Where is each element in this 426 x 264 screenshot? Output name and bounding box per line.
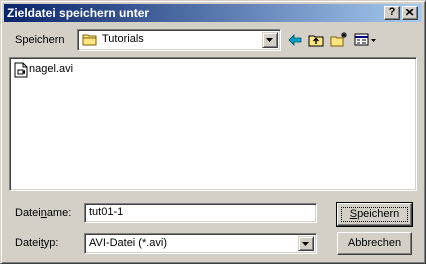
folder-value: Tutorials bbox=[102, 33, 144, 45]
filetype-value: AVI-Datei (*.avi) bbox=[89, 237, 168, 249]
title-bar[interactable]: Zieldatei speichern unter ? bbox=[4, 4, 422, 22]
filename-label: Dateiname: bbox=[15, 207, 72, 219]
filetype-dropdown-button[interactable] bbox=[298, 236, 314, 251]
close-button[interactable] bbox=[402, 6, 418, 20]
filename-value: tut01-1 bbox=[89, 206, 124, 218]
file-list[interactable]: nagel.avi bbox=[9, 57, 417, 191]
new-folder-button[interactable] bbox=[330, 31, 348, 49]
chevron-down-icon bbox=[302, 242, 309, 246]
back-button[interactable] bbox=[286, 31, 304, 49]
filetype-label: Dateityp: bbox=[15, 237, 59, 249]
up-folder-button[interactable] bbox=[307, 31, 325, 49]
save-dialog: Zieldatei speichern unter ? Speichern Tu… bbox=[0, 0, 426, 264]
filetype-select[interactable]: AVI-Datei (*.avi) bbox=[84, 233, 317, 254]
view-menu-button[interactable] bbox=[354, 31, 378, 49]
back-arrow-icon bbox=[288, 34, 302, 46]
folder-dropdown-button[interactable] bbox=[262, 32, 278, 48]
folder-combobox[interactable]: Tutorials bbox=[77, 29, 281, 51]
folder-up-icon bbox=[308, 35, 324, 47]
close-icon bbox=[406, 9, 414, 16]
folder-icon bbox=[82, 34, 97, 46]
save-in-label: Speichern bbox=[15, 34, 65, 46]
help-icon: ? bbox=[388, 6, 396, 18]
save-button[interactable]: Speichern bbox=[336, 202, 413, 227]
filename-input[interactable]: tut01-1 bbox=[84, 203, 317, 223]
cancel-button[interactable]: Abbrechen bbox=[337, 232, 412, 255]
list-view-icon bbox=[354, 33, 376, 46]
window-title: Zieldatei speichern unter bbox=[7, 6, 150, 20]
video-file-icon bbox=[14, 62, 28, 78]
help-button[interactable]: ? bbox=[384, 6, 400, 20]
new-folder-icon bbox=[330, 32, 347, 47]
file-name: nagel.avi bbox=[29, 63, 74, 75]
chevron-down-icon bbox=[266, 38, 273, 42]
